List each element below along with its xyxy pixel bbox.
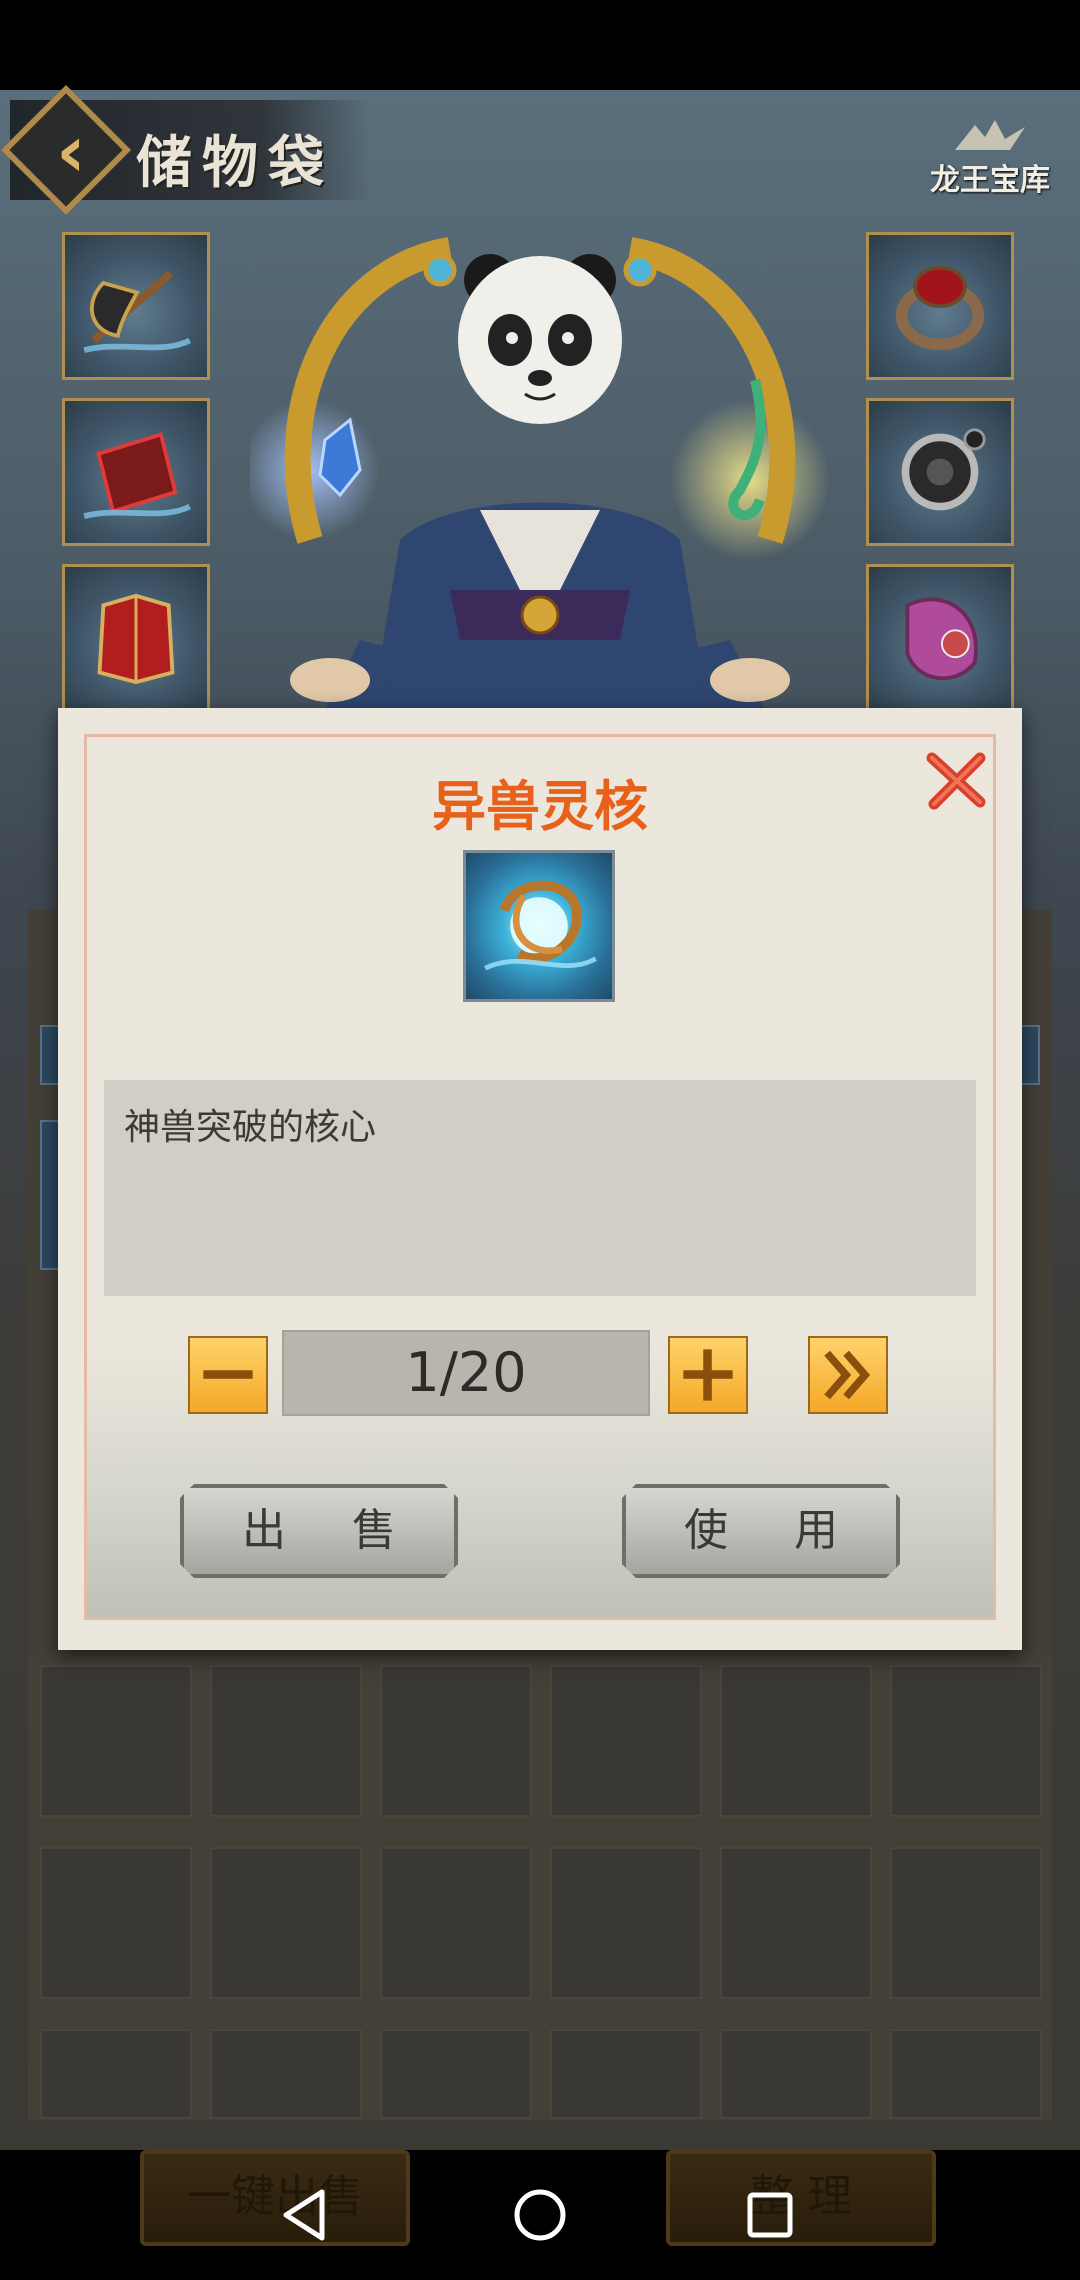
equip-slot-armor[interactable]: [62, 564, 210, 712]
equip-slot-amulet[interactable]: [866, 398, 1014, 546]
inventory-slot[interactable]: [720, 1665, 872, 1817]
inventory-slot[interactable]: [380, 2029, 532, 2119]
inventory-slot[interactable]: [40, 1665, 192, 1817]
item-description: 神兽突破的核心: [124, 1107, 377, 1148]
close-icon: [926, 752, 986, 810]
page-title: 储物袋: [136, 130, 334, 196]
inventory-slot[interactable]: [890, 2029, 1042, 2119]
pouch-icon: [905, 597, 978, 681]
inventory-slot[interactable]: [210, 1847, 362, 1999]
inventory-slot[interactable]: [40, 2029, 192, 2119]
back-arrow-icon[interactable]: ‹: [36, 115, 106, 187]
inventory-slot[interactable]: [380, 1847, 532, 1999]
decrease-quantity-button[interactable]: [188, 1336, 268, 1414]
nav-recents-button[interactable]: [735, 2180, 805, 2250]
dragon-icon: [950, 115, 1030, 155]
increase-quantity-button[interactable]: [668, 1336, 748, 1414]
nav-back-button[interactable]: [270, 2180, 340, 2250]
character-panda-avatar: [240, 210, 830, 720]
bracer-icon: [83, 432, 192, 519]
equip-slot-axe[interactable]: [62, 232, 210, 380]
armor-icon: [97, 593, 175, 685]
square-recents-icon: [747, 2192, 793, 2238]
quantity-field[interactable]: 1/20: [282, 1330, 650, 1416]
item-title: 异兽灵核: [432, 775, 648, 838]
axe-icon: [83, 270, 192, 353]
inventory-slot[interactable]: [550, 2029, 702, 2119]
max-quantity-button[interactable]: [808, 1336, 888, 1414]
nav-home-button[interactable]: [505, 2180, 575, 2250]
inventory-slot[interactable]: [720, 2029, 872, 2119]
inventory-slot[interactable]: [380, 1665, 532, 1817]
circle-home-icon: [514, 2189, 566, 2241]
spirit-core-icon: [484, 880, 597, 971]
use-button[interactable]: 使 用: [622, 1484, 900, 1578]
sell-button[interactable]: 出 售: [180, 1484, 458, 1578]
triangle-back-icon: [283, 2189, 325, 2241]
plus-icon: [683, 1349, 733, 1401]
inventory-slot[interactable]: [720, 1847, 872, 1999]
equip-slot-bracer[interactable]: [62, 398, 210, 546]
amulet-icon: [901, 428, 986, 511]
inventory-slot[interactable]: [550, 1665, 702, 1817]
equip-slot-ring[interactable]: [866, 232, 1014, 380]
inventory-slot[interactable]: [210, 1665, 362, 1817]
double-chevron-right-icon: [824, 1350, 871, 1400]
close-button[interactable]: [924, 748, 988, 812]
inventory-slot[interactable]: [890, 1665, 1042, 1817]
inventory-slot[interactable]: [40, 1847, 192, 1999]
minus-icon: [203, 1370, 253, 1379]
game-logo: 龙王宝库: [920, 115, 1060, 215]
equip-slot-pouch[interactable]: [866, 564, 1014, 712]
inventory-slot[interactable]: [890, 1847, 1042, 1999]
item-icon: [463, 850, 615, 1002]
ring-icon: [895, 265, 985, 351]
status-bar: [0, 0, 1080, 90]
inventory-slot[interactable]: [550, 1847, 702, 1999]
inventory-slot[interactable]: [210, 2029, 362, 2119]
